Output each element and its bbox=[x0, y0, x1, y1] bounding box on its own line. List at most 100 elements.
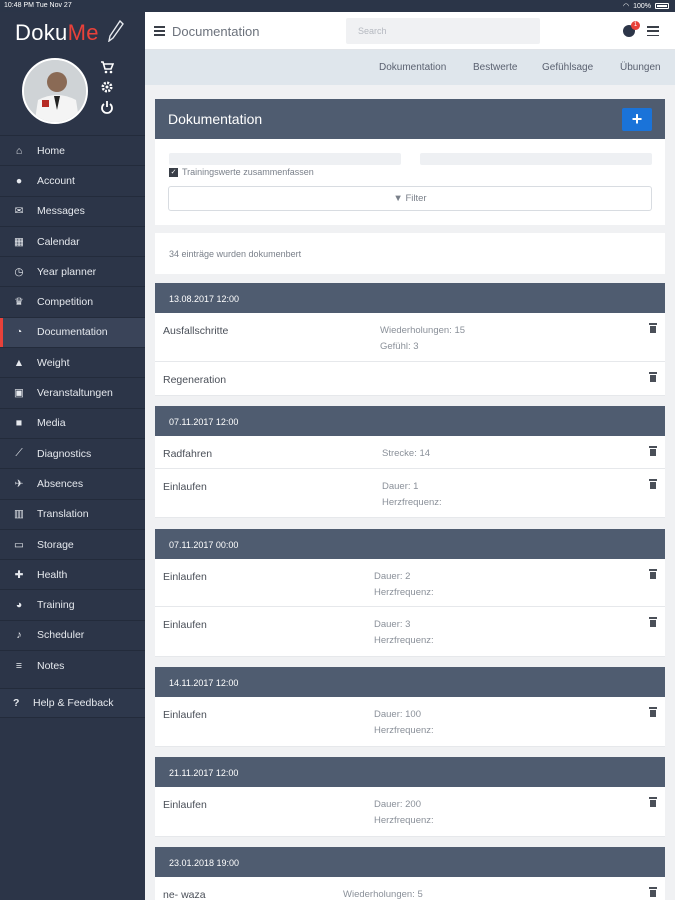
question-icon: ? bbox=[13, 697, 20, 709]
tab-gefuehlslage[interactable]: Gefühlsage bbox=[542, 62, 593, 73]
tab-uebungen[interactable]: Übungen bbox=[620, 62, 661, 73]
trash-icon[interactable] bbox=[649, 797, 657, 807]
exercise-value: Dauer: 100 bbox=[374, 709, 422, 720]
sidebar-item-label: Storage bbox=[37, 538, 74, 551]
sidebar-item-absences[interactable]: ✈ Absences bbox=[0, 468, 145, 498]
sidebar-item-veranstaltungen[interactable]: ▣ Veranstaltungen bbox=[0, 377, 145, 407]
search-input[interactable] bbox=[346, 18, 540, 44]
trash-icon[interactable] bbox=[649, 569, 657, 579]
logo-text-doku: Doku bbox=[15, 20, 68, 45]
app-logo[interactable]: DokuMe bbox=[15, 20, 99, 46]
date-to-field[interactable] bbox=[420, 153, 652, 165]
sidebar-item-label: Translation bbox=[37, 508, 89, 521]
date-from-field[interactable] bbox=[169, 153, 401, 165]
status-time: 10:48 PM Tue Nov 27 bbox=[4, 2, 72, 9]
trash-icon[interactable] bbox=[649, 446, 657, 456]
sidebar-item-year-planner[interactable]: ◷ Year planner bbox=[0, 256, 145, 286]
sidebar-item-help[interactable]: ? Help & Feedback bbox=[0, 688, 145, 718]
sidebar-item-label: Notes bbox=[37, 659, 65, 672]
exercise-value: Strecke: 14 bbox=[382, 448, 431, 459]
exercise-name: Radfahren bbox=[163, 448, 213, 460]
cart-icon[interactable] bbox=[100, 60, 114, 74]
trash-icon[interactable] bbox=[649, 617, 657, 627]
date-group-header: 21.11.2017 12:00 bbox=[155, 757, 665, 787]
list-item[interactable]: Einlaufen Dauer: 3 Herzfrequenz: bbox=[155, 607, 665, 657]
exercise-value: Herzfrequenz: bbox=[382, 497, 442, 508]
filter-button[interactable]: ▼ Filter bbox=[168, 186, 652, 211]
checkmark-icon: ✓ bbox=[169, 167, 178, 177]
trash-icon[interactable] bbox=[649, 707, 657, 717]
summarize-checkbox[interactable]: ✓ Trainingswerte zusammenfassen bbox=[169, 167, 314, 177]
exercise-name: ne- waza bbox=[163, 889, 206, 900]
status-right: ◠ 100% bbox=[623, 2, 669, 10]
tab-bestwerte[interactable]: Bestwerte bbox=[473, 62, 517, 73]
sidebar-item-label: Calendar bbox=[37, 235, 80, 248]
entry-count-box: 34 einträge wurden dokumenbert bbox=[155, 233, 665, 274]
filter-label: Filter bbox=[405, 193, 427, 204]
sidebar-item-translation[interactable]: ▥ Translation bbox=[0, 498, 145, 529]
sidebar-item-label: Absences bbox=[37, 477, 84, 490]
sidebar-item-label: Scheduler bbox=[37, 629, 85, 642]
power-icon[interactable] bbox=[100, 100, 114, 114]
list-item[interactable]: Einlaufen Dauer: 100 Herzfrequenz: bbox=[155, 697, 665, 747]
list-item[interactable]: Einlaufen Dauer: 1 Herzfrequenz: bbox=[155, 469, 665, 518]
exercise-name: Einlaufen bbox=[163, 709, 207, 721]
sidebar-item-competition[interactable]: ♛ Competition bbox=[0, 286, 145, 316]
sidebar-item-label: Weight bbox=[37, 356, 70, 369]
gear-icon[interactable] bbox=[100, 80, 114, 94]
exercise-name: Einlaufen bbox=[163, 799, 207, 811]
avatar[interactable] bbox=[22, 58, 88, 124]
date-label: 23.01.2018 19:00 bbox=[169, 858, 240, 868]
date-group-header: 23.01.2018 19:00 bbox=[155, 847, 665, 877]
trash-icon[interactable] bbox=[649, 887, 657, 897]
sidebar-item-documentation[interactable]: ◔ Documentation bbox=[0, 316, 145, 348]
tab-dokumentation[interactable]: Dokumentation bbox=[379, 62, 446, 73]
line-chart-icon: ⟋ bbox=[15, 447, 23, 460]
menu-icon[interactable] bbox=[647, 26, 659, 36]
sidebar-item-diagnostics[interactable]: ⟋ Diagnostics bbox=[0, 437, 145, 468]
sidebar-item-label: Year planner bbox=[37, 265, 97, 278]
exercise-value: Dauer: 2 bbox=[374, 571, 411, 582]
status-bar: 10:48 PM Tue Nov 27 ◠ 100% bbox=[0, 0, 675, 12]
list-item[interactable]: Radfahren Strecke: 14 bbox=[155, 436, 665, 469]
sidebar-item-weight[interactable]: ▲ Weight bbox=[0, 347, 145, 377]
trash-icon[interactable] bbox=[649, 479, 657, 489]
add-entry-button[interactable]: + bbox=[622, 108, 652, 131]
logo-text-me: Me bbox=[67, 20, 99, 45]
sidebar-item-media[interactable]: ■ Media bbox=[0, 407, 145, 438]
list-item[interactable]: Ausfallschritte Wiederholungen: 15 Gefüh… bbox=[155, 313, 665, 362]
hamburger-icon[interactable] bbox=[154, 26, 165, 36]
sidebar-item-label: Account bbox=[37, 174, 75, 187]
sidebar-item-home[interactable]: ⌂ Home bbox=[0, 135, 145, 165]
list-item[interactable]: ne- waza Wiederholungen: 5 bbox=[155, 877, 665, 900]
sidebar-item-messages[interactable]: ✉ Messages bbox=[0, 195, 145, 226]
sidebar-item-label: Media bbox=[37, 417, 66, 430]
exercise-value: Herzfrequenz: bbox=[374, 587, 434, 598]
exercise-value: Dauer: 200 bbox=[374, 799, 422, 810]
user-icon: ● bbox=[15, 174, 23, 187]
exercise-value: Herzfrequenz: bbox=[374, 635, 434, 646]
trash-icon[interactable] bbox=[649, 323, 657, 333]
wifi-icon: ◠ bbox=[622, 3, 630, 10]
sidebar-item-label: Help & Feedback bbox=[33, 697, 114, 709]
sidebar-item-notes[interactable]: ≡ Notes bbox=[0, 650, 145, 680]
date-group-header: 07.11.2017 12:00 bbox=[155, 406, 665, 436]
sidebar-item-storage[interactable]: ▭ Storage bbox=[0, 528, 145, 559]
video-camera-icon: ■ bbox=[15, 417, 23, 430]
sidebar-item-scheduler[interactable]: ♪ Scheduler bbox=[0, 619, 145, 650]
list-item[interactable]: Einlaufen Dauer: 200 Herzfrequenz: bbox=[155, 787, 665, 837]
documentation-header: Dokumentation + bbox=[155, 99, 665, 139]
top-bar: Documentation 1 bbox=[145, 12, 675, 50]
trash-icon[interactable] bbox=[649, 372, 657, 382]
list-item[interactable]: Regeneration bbox=[155, 362, 665, 396]
sidebar-item-account[interactable]: ● Account bbox=[0, 165, 145, 195]
date-label: 07.11.2017 00:00 bbox=[169, 540, 239, 550]
sidebar-item-health[interactable]: ✚ Health bbox=[0, 559, 145, 589]
page-title: Documentation bbox=[172, 24, 260, 39]
list-item[interactable]: Einlaufen Dauer: 2 Herzfrequenz: bbox=[155, 559, 665, 607]
sidebar-item-calendar[interactable]: ▦ Calendar bbox=[0, 225, 145, 256]
exercise-value: Herzfrequenz: bbox=[374, 725, 434, 736]
sidebar-item-training[interactable]: ◕ Training bbox=[0, 589, 145, 619]
sidebar-item-label: Veranstaltungen bbox=[37, 387, 113, 400]
plane-icon: ✈ bbox=[14, 477, 24, 490]
